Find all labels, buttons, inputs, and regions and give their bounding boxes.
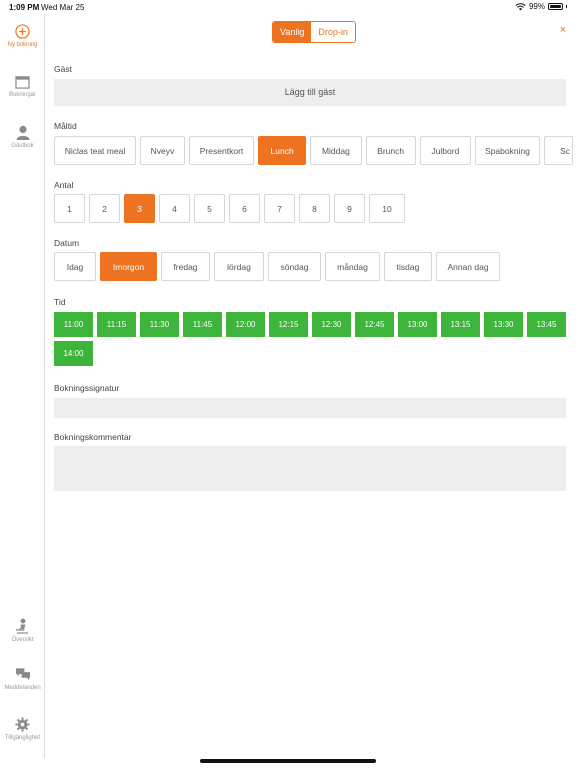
gear-icon	[15, 717, 30, 732]
meal-options: Niclas teat meal Nveyv Presentkort Lunch…	[54, 136, 573, 165]
home-indicator	[200, 759, 376, 763]
status-right: 99%	[515, 2, 567, 11]
meal-option[interactable]: Julbord	[419, 136, 472, 165]
sidebar-item-availability[interactable]: Tillgänglighet	[0, 717, 45, 741]
battery-cap	[566, 5, 567, 8]
time-slot[interactable]: 11:15	[97, 312, 136, 337]
count-option[interactable]: 1	[54, 194, 85, 223]
time-slot[interactable]: 11:00	[54, 312, 93, 337]
count-option[interactable]: 9	[334, 194, 365, 223]
sidebar-item-label: Gästbok	[11, 143, 34, 149]
meal-option-selected[interactable]: Lunch	[258, 136, 307, 165]
time-slot[interactable]: 13:00	[398, 312, 437, 337]
sidebar-item-label: Översikt	[11, 637, 34, 643]
battery-icon	[548, 3, 563, 10]
date-option[interactable]: söndag	[268, 252, 321, 281]
meal-option[interactable]: Brunch	[365, 136, 416, 165]
sidebar-item-messages[interactable]: Meddelanden	[0, 667, 45, 691]
battery-percent: 99%	[528, 2, 545, 11]
meal-option[interactable]: Nveyv	[139, 136, 185, 165]
add-guest-button[interactable]: Lägg till gäst	[54, 79, 566, 106]
count-option[interactable]: 7	[264, 194, 295, 223]
booking-type-segmented: Vanlig Drop-in	[272, 21, 356, 43]
count-option[interactable]: 8	[299, 194, 330, 223]
count-option[interactable]: 6	[229, 194, 260, 223]
chat-icon	[15, 668, 30, 681]
count-option[interactable]: 2	[89, 194, 120, 223]
time-slot[interactable]: 13:45	[527, 312, 566, 337]
count-option[interactable]: 10	[369, 194, 405, 223]
sidebar-item-new-booking[interactable]: Ny bokning	[0, 24, 45, 48]
date-option[interactable]: Annan dag	[436, 252, 500, 281]
segment-regular[interactable]: Vanlig	[273, 22, 312, 42]
date-option[interactable]: Idag	[54, 252, 96, 281]
close-icon[interactable]: ×	[560, 24, 566, 36]
sidebar-item-guestbook[interactable]: Gästbok	[0, 125, 45, 149]
status-bar: 1:09 PM Wed Mar 25 99%	[0, 0, 576, 14]
count-option[interactable]: 5	[194, 194, 225, 223]
time-slot[interactable]: 11:30	[140, 312, 179, 337]
count-label: Antal	[54, 180, 74, 190]
sidebar-item-label: Tillgänglighet	[4, 735, 41, 741]
date-options: Idag Imorgon fredag lördag söndag måndag…	[54, 252, 500, 281]
count-option-selected[interactable]: 3	[124, 194, 155, 223]
status-date: Wed Mar 25	[41, 3, 85, 12]
signature-label: Bokningssignatur	[54, 383, 120, 393]
comment-input[interactable]	[54, 446, 566, 491]
date-label: Datum	[54, 238, 80, 248]
count-options: 1 2 3 4 5 6 7 8 9 10	[54, 194, 405, 223]
time-slot[interactable]: 12:30	[312, 312, 351, 337]
time-slot[interactable]: 14:00	[54, 341, 93, 366]
time-slots: 11:00 11:15 11:30 11:45 12:00 12:15 12:3…	[54, 312, 574, 366]
sidebar-item-label: Ny bokning	[7, 42, 38, 48]
segment-drop-in[interactable]: Drop-in	[311, 22, 355, 42]
date-option-selected[interactable]: Imorgon	[100, 252, 157, 281]
meal-option[interactable]: Niclas teat meal	[54, 136, 136, 165]
sidebar-item-bookings[interactable]: Bokningar	[0, 75, 45, 98]
meal-option[interactable]: Spabokning	[475, 136, 540, 165]
person-icon	[16, 125, 29, 140]
plus-circle-icon	[15, 24, 30, 39]
wifi-icon	[515, 2, 526, 11]
time-slot[interactable]: 11:45	[183, 312, 222, 337]
meal-option[interactable]: Sc	[543, 136, 573, 165]
date-option[interactable]: lördag	[214, 252, 264, 281]
count-option[interactable]: 4	[159, 194, 190, 223]
time-slot[interactable]: 13:30	[484, 312, 523, 337]
meal-option[interactable]: Middag	[310, 136, 362, 165]
time-label: Tid	[54, 297, 66, 307]
waiter-icon	[16, 618, 28, 634]
signature-input[interactable]	[54, 398, 566, 418]
time-slot[interactable]: 12:00	[226, 312, 265, 337]
time-slot[interactable]: 12:45	[355, 312, 394, 337]
comment-label: Bokningskommentar	[54, 432, 132, 442]
calendar-icon	[15, 76, 30, 89]
sidebar-item-label: Bokningar	[8, 92, 37, 98]
sidebar-item-label: Meddelanden	[4, 685, 41, 691]
date-option[interactable]: fredag	[161, 252, 210, 281]
sidebar-item-overview[interactable]: Översikt	[0, 618, 45, 643]
sidebar: Ny bokning Bokningar Gästbok Översikt Me…	[0, 14, 45, 758]
date-option[interactable]: måndag	[325, 252, 380, 281]
meal-label: Måltid	[54, 121, 77, 131]
booking-form: Vanlig Drop-in × Gäst Lägg till gäst Mål…	[46, 14, 576, 758]
date-option[interactable]: tisdag	[384, 252, 432, 281]
meal-option[interactable]: Presentkort	[188, 136, 255, 165]
time-slot[interactable]: 13:15	[441, 312, 480, 337]
time-slot[interactable]: 12:15	[269, 312, 308, 337]
guest-label: Gäst	[54, 64, 72, 74]
status-time: 1:09 PM	[9, 3, 40, 12]
